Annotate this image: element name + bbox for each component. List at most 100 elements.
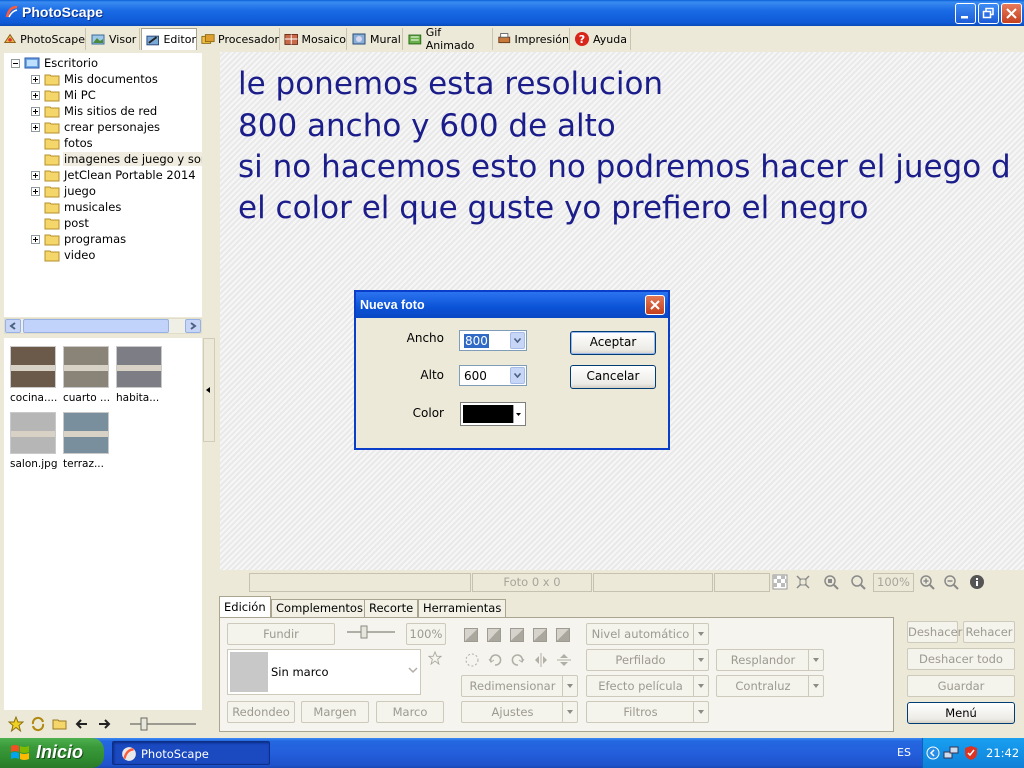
tree-node[interactable]: video — [31, 247, 96, 263]
filtros-button[interactable]: Filtros — [586, 701, 709, 723]
transparency-grid-icon[interactable] — [772, 574, 788, 590]
restore-button[interactable] — [978, 3, 999, 24]
expand-icon[interactable] — [31, 106, 40, 116]
open-folder-icon[interactable] — [52, 716, 68, 732]
frame-selector[interactable]: Sin marco — [227, 649, 421, 695]
tree-node[interactable]: post — [31, 215, 90, 231]
width-dropdown-button[interactable] — [510, 332, 525, 349]
blend-slider[interactable] — [345, 624, 397, 640]
redo-button[interactable]: Rehacer — [963, 621, 1015, 643]
tree-node[interactable]: Mi PC — [31, 87, 97, 103]
tree-node[interactable]: programas — [31, 231, 127, 247]
color-dropdown-button[interactable] — [513, 405, 523, 423]
fundir-button[interactable]: Fundir — [227, 623, 335, 645]
perfilado-button[interactable]: Perfilado — [586, 649, 709, 671]
tab-mosaico[interactable]: Mosaico — [281, 28, 347, 50]
rotate-right-icon[interactable] — [510, 652, 526, 668]
undo-button[interactable]: Deshacer — [907, 621, 962, 643]
tab-ayuda[interactable]: ? Ayuda — [571, 28, 631, 50]
shape-square-icon[interactable] — [464, 628, 478, 642]
expand-icon[interactable] — [31, 186, 40, 196]
expand-icon[interactable] — [31, 234, 40, 244]
save-button[interactable]: Guardar — [907, 675, 1015, 697]
shape-square-icon-4[interactable] — [533, 628, 547, 642]
fit-screen-icon[interactable] — [795, 574, 811, 590]
redimensionar-button[interactable]: Redimensionar — [461, 675, 578, 697]
expand-icon[interactable] — [31, 170, 40, 180]
scroll-right-button[interactable] — [185, 319, 201, 333]
width-select[interactable]: 800 — [459, 330, 527, 351]
minimize-button[interactable] — [955, 3, 976, 24]
tab-recorte[interactable]: Recorte — [364, 599, 419, 618]
chevron-down-icon[interactable] — [562, 702, 577, 722]
favorite-star-icon[interactable] — [8, 716, 24, 732]
zoom-out-icon[interactable] — [943, 574, 959, 590]
panel-collapse-handle[interactable] — [203, 338, 215, 442]
tab-gif-animado[interactable]: Gif Animado — [404, 26, 493, 52]
margen-button[interactable]: Margen — [301, 701, 369, 723]
thumbnail-item[interactable]: habita... — [116, 346, 166, 404]
ok-button[interactable]: Aceptar — [570, 331, 656, 355]
tree-horizontal-scrollbar[interactable] — [4, 318, 202, 334]
tree-node-root[interactable]: Escritorio — [11, 55, 99, 71]
efecto-pelicula-button[interactable]: Efecto película — [586, 675, 709, 697]
marco-button[interactable]: Marco — [376, 701, 444, 723]
rotate-left-icon[interactable] — [487, 652, 503, 668]
favorite-frame-star-icon[interactable] — [428, 651, 442, 665]
tree-node[interactable]: JetClean Portable 2014 — [31, 167, 197, 183]
close-button[interactable] — [1001, 3, 1022, 24]
thumbnail-item[interactable]: cocina.... — [10, 346, 60, 404]
tree-node[interactable]: musicales — [31, 199, 122, 215]
chevron-down-icon[interactable] — [693, 650, 708, 670]
scroll-thumb[interactable] — [23, 319, 169, 333]
tab-impresion[interactable]: Impresión — [494, 28, 570, 50]
info-icon[interactable] — [969, 574, 985, 590]
tree-node[interactable]: juego — [31, 183, 97, 199]
tree-node[interactable]: crear personajes — [31, 119, 161, 135]
redondeo-button[interactable]: Redondeo — [227, 701, 295, 723]
shape-square-icon-5[interactable] — [556, 628, 570, 642]
lasso-icon[interactable] — [464, 652, 480, 668]
tab-mural[interactable]: Mural — [348, 28, 403, 50]
refresh-icon[interactable] — [30, 716, 46, 732]
collapse-icon[interactable] — [11, 58, 20, 68]
flip-horizontal-icon[interactable] — [533, 652, 549, 668]
tree-node[interactable]: Mis sitios de red — [31, 103, 158, 119]
back-arrow-icon[interactable] — [74, 716, 90, 732]
resplandor-button[interactable]: Resplandor — [716, 649, 824, 671]
tab-photoscape[interactable]: PhotoScape — [0, 28, 86, 50]
ajustes-button[interactable]: Ajustes — [461, 701, 578, 723]
height-dropdown-button[interactable] — [510, 367, 525, 384]
tab-editor[interactable]: Editor — [141, 28, 197, 50]
chevron-down-icon[interactable] — [562, 676, 577, 696]
security-shield-icon[interactable] — [963, 745, 979, 761]
tab-edicion[interactable]: Edición — [219, 596, 271, 618]
tab-complementos[interactable]: Complementos — [271, 599, 368, 618]
expand-icon[interactable] — [31, 74, 40, 84]
thumbnail-size-slider[interactable] — [128, 716, 198, 732]
taskbar-item-photoscape[interactable]: PhotoScape — [112, 741, 270, 765]
color-picker[interactable] — [460, 402, 526, 426]
forward-arrow-icon[interactable] — [96, 716, 112, 732]
contraluz-button[interactable]: Contraluz — [716, 675, 824, 697]
zoom-in-icon[interactable] — [919, 574, 935, 590]
tree-node[interactable]: fotos — [31, 135, 94, 151]
tab-herramientas[interactable]: Herramientas — [418, 599, 507, 618]
zoom-fit-icon[interactable] — [850, 574, 866, 590]
start-button[interactable]: Inicio — [0, 738, 104, 768]
chevron-down-icon[interactable] — [693, 676, 708, 696]
chevron-down-icon[interactable] — [808, 676, 823, 696]
tab-visor[interactable]: Visor — [87, 28, 140, 50]
folder-tree[interactable]: Escritorio Mis documentos Mi PC Mis sitios… — [4, 53, 202, 317]
expand-icon[interactable] — [31, 90, 40, 100]
network-icon[interactable] — [943, 745, 959, 761]
tree-node[interactable]: Mis documentos — [31, 71, 159, 87]
shape-square-icon-3[interactable] — [510, 628, 524, 642]
menu-button[interactable]: Menú — [907, 702, 1015, 724]
chevron-down-icon[interactable] — [693, 624, 708, 644]
flip-vertical-icon[interactable] — [556, 652, 572, 668]
thumbnail-item[interactable]: terraz... — [63, 412, 113, 470]
chevron-down-icon[interactable] — [808, 650, 823, 670]
height-select[interactable]: 600 — [459, 365, 527, 386]
tree-node[interactable]: imagenes de juego y son — [31, 151, 202, 167]
